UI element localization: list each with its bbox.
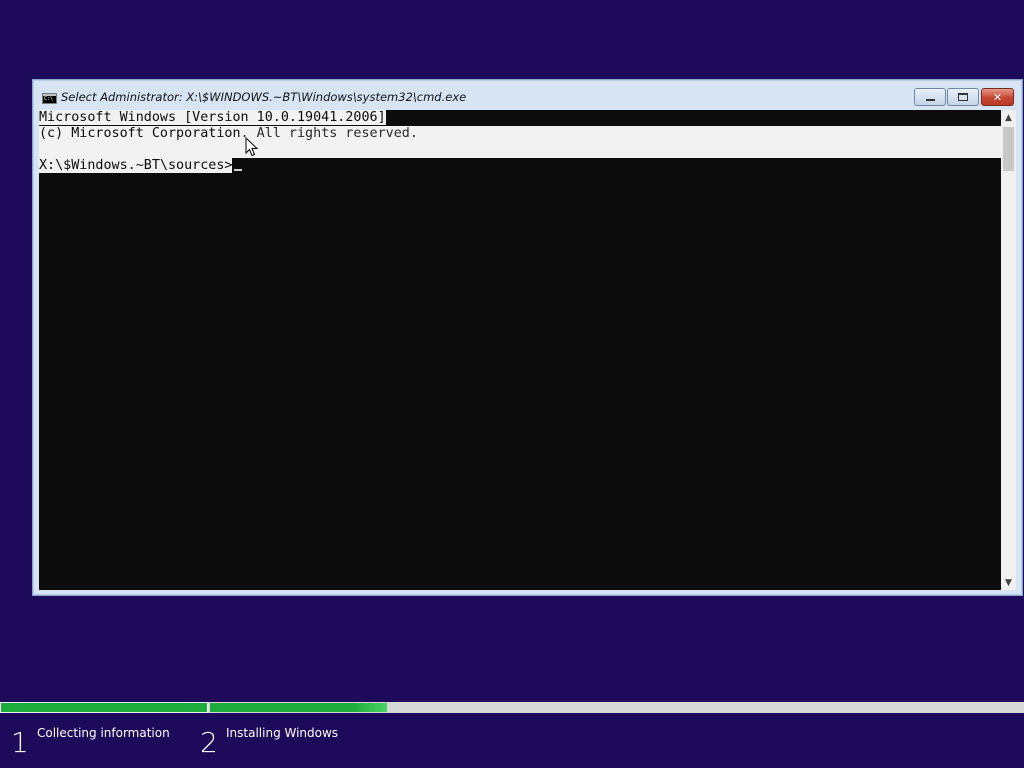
maximize-icon (958, 93, 968, 101)
step-number: 2 (200, 726, 218, 759)
step-label: Installing Windows (226, 726, 339, 740)
console-line: (c) Microsoft Corporation. All rights re… (39, 126, 418, 142)
scroll-up-icon[interactable]: ▲ (1001, 110, 1016, 125)
step-1-progress-fill (1, 703, 207, 712)
vertical-scrollbar[interactable]: ▲ ▼ (1001, 110, 1016, 590)
text-cursor (234, 169, 243, 171)
console-output[interactable]: Microsoft Windows [Version 10.0.19041.20… (39, 110, 1001, 590)
minimize-button[interactable] (914, 88, 946, 106)
version-line: Microsoft Windows [Version 10.0.19041.20… (39, 110, 386, 125)
close-icon: ✕ (992, 90, 1003, 104)
step-2-progress (210, 702, 1024, 713)
mouse-pointer-icon (245, 137, 259, 157)
step-2-progress-fill (210, 703, 388, 712)
console-line: Microsoft Windows [Version 10.0.19041.20… (39, 110, 386, 126)
command-prompt: X:\$Windows.~BT\sources> (39, 158, 233, 173)
close-button[interactable]: ✕ (981, 88, 1014, 106)
maximize-button[interactable] (947, 88, 979, 106)
setup-progress-bar (0, 702, 1024, 713)
minimize-icon (925, 98, 935, 101)
cmd-icon[interactable] (42, 93, 57, 104)
step-number: 1 (11, 726, 29, 759)
scroll-thumb[interactable] (1003, 127, 1014, 171)
title-bar[interactable]: Select Administrator: X:\$WINDOWS.~BT\Wi… (33, 80, 1022, 110)
step-1-progress (0, 702, 208, 713)
step-label: Collecting information (37, 726, 170, 740)
copyright-selected: (c) Microsoft Corporation (39, 126, 241, 141)
window-title: Select Administrator: X:\$WINDOWS.~BT\Wi… (61, 90, 467, 104)
prompt-line[interactable]: X:\$Windows.~BT\sources> (39, 158, 243, 174)
cmd-window[interactable]: Select Administrator: X:\$WINDOWS.~BT\Wi… (32, 79, 1023, 596)
scroll-down-icon[interactable]: ▼ (1001, 575, 1016, 590)
copyright-rest: . All rights reserved. (240, 126, 418, 141)
